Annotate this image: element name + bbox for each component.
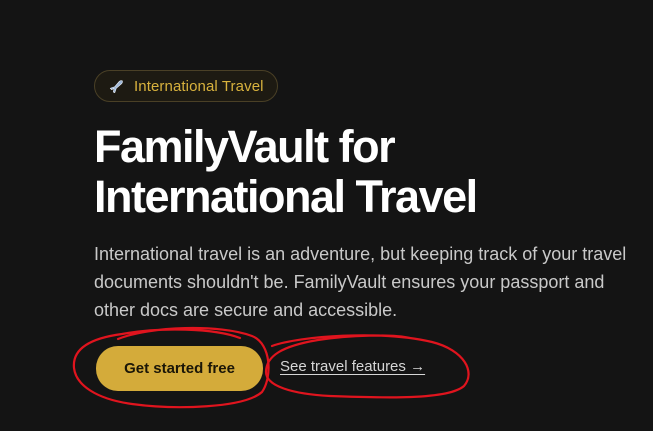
see-travel-features-link[interactable]: See travel features → [280, 358, 425, 375]
category-badge: International Travel [94, 70, 278, 102]
page-title: FamilyVault for International Travel [94, 121, 478, 222]
airplane-icon [109, 80, 123, 94]
title-line-2: International Travel [94, 171, 478, 222]
hero-description: International travel is an adventure, bu… [94, 244, 627, 320]
badge-label: International Travel [134, 77, 264, 95]
get-started-button[interactable]: Get started free [96, 346, 263, 391]
title-line-1: FamilyVault for [94, 121, 396, 172]
